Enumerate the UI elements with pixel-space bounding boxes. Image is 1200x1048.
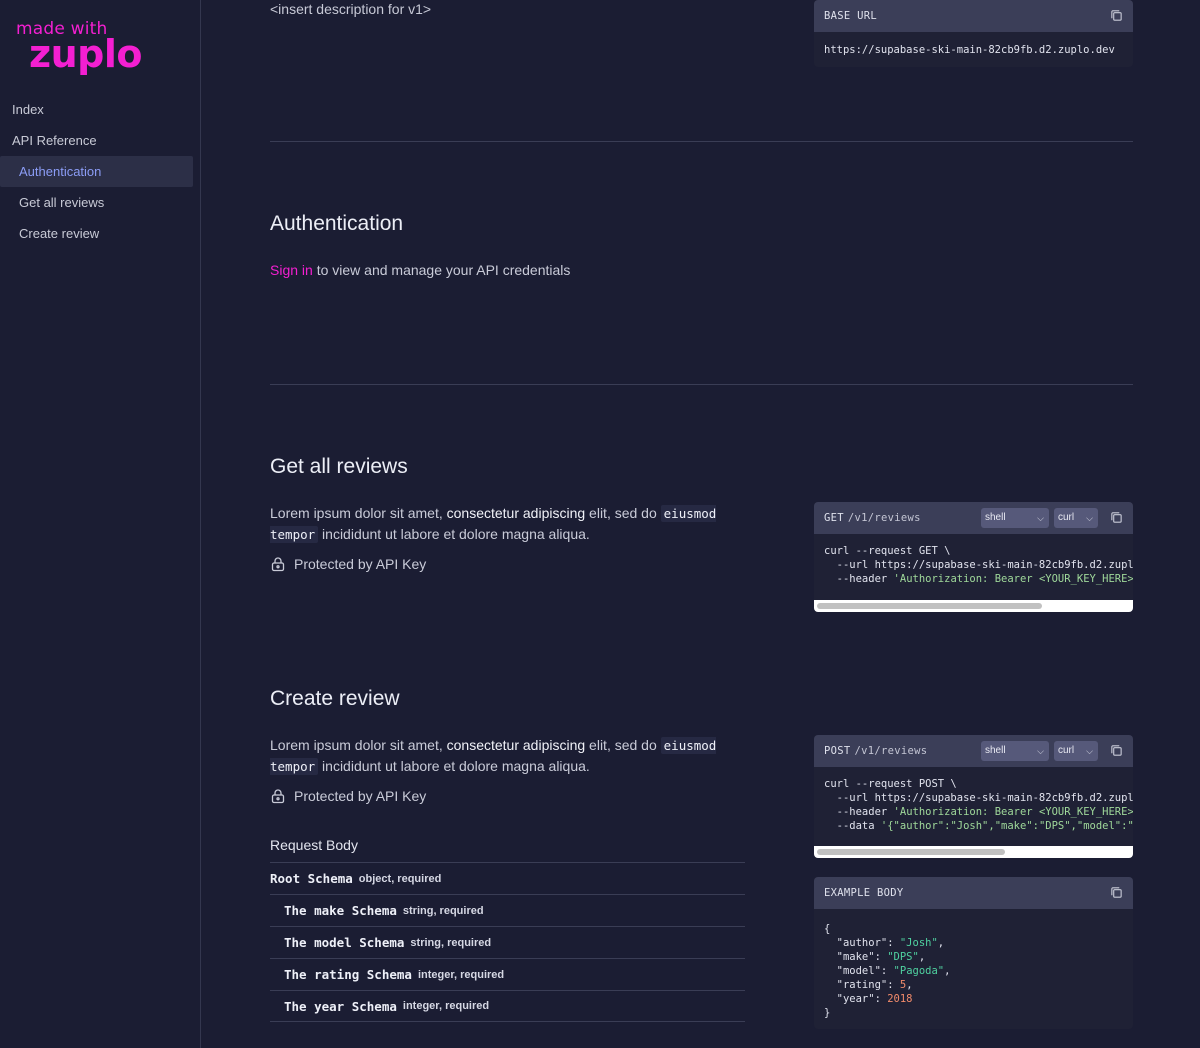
chevron-down-icon: ⌵ [1086, 513, 1093, 523]
section-title-authentication: Authentication [270, 212, 404, 235]
lock-icon [271, 789, 285, 804]
schema-row-model: The model Schema string, required [270, 926, 745, 958]
create-review-description: Lorem ipsum dolor sit amet, consectetur … [270, 737, 717, 775]
client-select[interactable]: curl ⌵ [1054, 508, 1098, 528]
base-url-value[interactable]: https://supabase-ski-main-82cb9fb.d2.zup… [814, 32, 1133, 67]
sidebar-item-create-review[interactable]: Create review [0, 218, 200, 249]
schema-row-year: The year Schema integer, required [270, 990, 745, 1022]
get-reviews-code: curl --request GET \ --url https://supab… [824, 545, 1133, 585]
horizontal-scrollbar[interactable] [814, 600, 1133, 612]
sidebar-item-api-reference[interactable]: API Reference [0, 125, 200, 156]
example-body-label: EXAMPLE BODY [824, 887, 904, 899]
endpoint-label: GET/v1/reviews [824, 512, 921, 524]
sidebar-item-index[interactable]: Index [0, 94, 200, 125]
endpoint-label: POST/v1/reviews [824, 745, 928, 757]
client-select[interactable]: curl ⌵ [1054, 741, 1098, 761]
request-body-title: Request Body [270, 837, 358, 853]
auth-text-rest: to view and manage your API credentials [312, 262, 571, 278]
get-reviews-protected: Protected by API Key [270, 556, 426, 572]
sidebar: made with zuplo Index API Reference Auth… [0, 0, 201, 1048]
schema-row-rating: The rating Schema integer, required [270, 958, 745, 990]
section-divider [270, 384, 1133, 385]
zuplo-logo[interactable]: made with zuplo [16, 19, 143, 76]
chevron-down-icon: ⌵ [1037, 513, 1044, 523]
scrollbar-thumb[interactable] [817, 849, 1005, 855]
section-title-get-all-reviews: Get all reviews [270, 455, 408, 478]
scrollbar-thumb[interactable] [817, 603, 1043, 609]
example-body-header: EXAMPLE BODY [814, 877, 1133, 909]
create-review-code-header: POST/v1/reviews shell ⌵ curl ⌵ [814, 735, 1133, 767]
copy-icon[interactable] [1110, 744, 1123, 757]
create-review-protected: Protected by API Key [270, 788, 426, 804]
example-body-json: { "author": "Josh", "make": "DPS", "mode… [824, 923, 951, 1019]
get-reviews-description: Lorem ipsum dolor sit amet, consectetur … [270, 505, 717, 543]
schema-row-root: Root Schema object, required [270, 862, 745, 894]
example-body-panel: EXAMPLE BODY { "author": "Josh", "make":… [814, 877, 1133, 1029]
copy-icon[interactable] [1110, 886, 1123, 899]
sidebar-nav: Index API Reference Authentication Get a… [0, 94, 200, 249]
language-select[interactable]: shell ⌵ [981, 741, 1049, 761]
base-url-header: BASE URL [814, 0, 1133, 32]
create-review-code-panel: POST/v1/reviews shell ⌵ curl ⌵ curl --requ… [814, 735, 1133, 858]
create-review-code: curl --request POST \ --url https://supa… [824, 778, 1133, 832]
get-reviews-code-header: GET/v1/reviews shell ⌵ curl ⌵ [814, 502, 1133, 534]
section-divider [270, 141, 1133, 142]
logo-zuplo: zuplo [29, 32, 143, 76]
base-url-label: BASE URL [824, 10, 877, 22]
horizontal-scrollbar[interactable] [814, 846, 1133, 858]
api-description: <insert description for v1> [270, 1, 432, 17]
lock-icon [271, 557, 285, 572]
base-url-panel: BASE URL https://supabase-ski-main-82cb9… [814, 0, 1133, 67]
sidebar-item-authentication[interactable]: Authentication [0, 156, 193, 187]
chevron-down-icon: ⌵ [1086, 746, 1093, 756]
schema-row-make: The make Schema string, required [270, 894, 745, 926]
sign-in-link[interactable]: Sign in [270, 262, 313, 278]
section-title-create-review: Create review [270, 687, 400, 710]
get-reviews-code-panel: GET/v1/reviews shell ⌵ curl ⌵ curl --reque… [814, 502, 1133, 612]
copy-icon[interactable] [1110, 511, 1123, 524]
auth-text: Sign in to view and manage your API cred… [270, 260, 740, 281]
sidebar-item-get-all-reviews[interactable]: Get all reviews [0, 187, 200, 218]
language-select[interactable]: shell ⌵ [981, 508, 1049, 528]
chevron-down-icon: ⌵ [1037, 746, 1044, 756]
copy-icon[interactable] [1110, 9, 1123, 22]
